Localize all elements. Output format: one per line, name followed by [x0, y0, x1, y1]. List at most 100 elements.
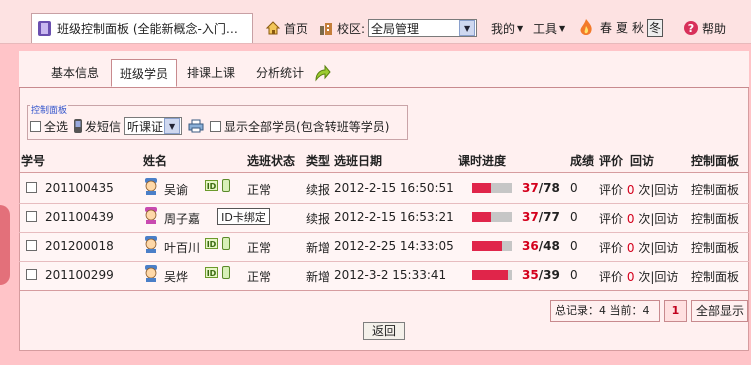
control-panel-link[interactable]: 控制面板 — [691, 268, 739, 285]
caret-down-icon: ▼ — [517, 23, 524, 33]
home-link[interactable]: 首页 — [265, 13, 308, 43]
help-label: 帮助 — [702, 21, 727, 36]
evaluation-followup[interactable]: 评价 0 次|回访 — [599, 239, 678, 256]
back-button[interactable]: 返回 — [363, 322, 405, 340]
col-date: 选班日期 — [334, 154, 383, 168]
date: 2012-2-15 16:53:21 — [334, 210, 454, 224]
col-followup: 回访 — [630, 154, 655, 168]
evaluation-count: 0 — [626, 241, 635, 255]
score: 0 — [570, 210, 578, 224]
season-summer[interactable]: 夏 — [615, 20, 629, 36]
student-id: 201200018 — [45, 239, 114, 253]
select-all-label: 全选 — [44, 119, 69, 134]
tab-analysis[interactable]: 分析统计 — [245, 59, 315, 87]
progress-text: 37/78 — [522, 181, 560, 195]
home-icon — [265, 21, 281, 35]
status: 正常 — [247, 241, 272, 255]
row-checkbox[interactable] — [26, 269, 37, 280]
row-checkbox[interactable] — [26, 240, 37, 251]
select-all-checkbox[interactable] — [30, 120, 41, 132]
sms-label[interactable]: 发短信 — [85, 118, 121, 135]
tab-basic-info[interactable]: 基本信息 — [41, 59, 109, 87]
left-edge-handle[interactable] — [0, 205, 10, 285]
id-card-icon[interactable]: ID — [205, 180, 218, 191]
evaluation-count: 0 — [626, 270, 635, 284]
id-card-icon[interactable]: ID — [205, 238, 218, 249]
type: 新增 — [306, 241, 331, 255]
id-card-icon[interactable]: ID — [205, 267, 218, 278]
control-panel-link[interactable]: 控制面板 — [691, 210, 739, 227]
student-name[interactable]: 叶百川 — [164, 239, 200, 256]
show-all-button[interactable]: 全部显示 — [691, 300, 748, 322]
record-summary: 总记录：4 当前：4 — [550, 300, 660, 322]
help-link[interactable]: ? 帮助 — [683, 13, 726, 43]
season-spring[interactable]: 春 — [599, 20, 613, 36]
status: 正常 — [247, 183, 272, 197]
home-label: 首页 — [284, 21, 309, 36]
evaluation-followup[interactable]: 评价 0 次|回访 — [599, 268, 678, 285]
phone-icon[interactable] — [222, 237, 230, 250]
progress-total: 77 — [543, 210, 560, 224]
col-student-id: 学号 — [21, 154, 46, 168]
campus-select[interactable]: 全局管理 ▼ — [368, 19, 478, 37]
type: 续报 — [306, 212, 331, 226]
type: 新增 — [306, 270, 331, 284]
date: 2012-2-25 14:33:05 — [334, 239, 454, 253]
score: 0 — [570, 181, 578, 195]
sms-type-select[interactable]: 听课证 ▼ — [124, 117, 183, 135]
chevron-down-icon[interactable]: ▼ — [164, 118, 181, 134]
refresh-arrow-icon[interactable] — [313, 63, 331, 83]
phone-icon[interactable] — [222, 266, 230, 279]
progress-text: 35/39 — [522, 268, 560, 282]
col-evaluation: 评价 — [599, 154, 624, 168]
progress-fill — [472, 183, 491, 193]
evaluation-followup[interactable]: 评价 0 次|回访 — [599, 181, 678, 198]
progress-total: 78 — [543, 181, 560, 195]
printer-icon[interactable] — [188, 119, 204, 133]
row-checkbox[interactable] — [26, 182, 37, 193]
table-row: 201100299 吴烨 ID 正常 新增 2012-3-2 15:33:41 … — [19, 260, 749, 289]
student-id: 201100439 — [45, 210, 114, 224]
progress-bar — [472, 241, 512, 251]
tab-scheduling[interactable]: 排课上课 — [179, 59, 243, 87]
progress-total: 39 — [543, 268, 560, 282]
score: 0 — [570, 239, 578, 253]
season-autumn[interactable]: 秋 — [631, 20, 645, 36]
season-winter[interactable]: 冬 — [647, 19, 663, 37]
boy-avatar-icon — [145, 178, 157, 195]
progress-bar — [472, 183, 512, 193]
evaluation-prefix: 评价 — [599, 183, 624, 197]
chevron-down-icon[interactable]: ▼ — [459, 20, 476, 36]
table-row: 201200018 叶百川 ID 正常 新增 2012-2-25 14:33:0… — [19, 231, 749, 260]
type: 续报 — [306, 183, 331, 197]
student-name[interactable]: 周子嘉 — [164, 210, 200, 227]
boy-avatar-icon — [145, 236, 157, 253]
window-tab-label: 班级控制面板 (全能新概念-入门… — [57, 22, 238, 36]
tools-menu-label: 工具 — [533, 21, 558, 36]
student-name[interactable]: 吴谕 — [164, 181, 188, 198]
id-card-bind-tooltip: ID卡绑定 — [217, 208, 270, 225]
progress-total: 48 — [543, 239, 560, 253]
tools-menu[interactable]: 工具 ▼ — [533, 13, 565, 43]
show-all-students-checkbox[interactable] — [210, 120, 222, 132]
table-header: 学号 姓名 选班状态 类型 选班日期 课时进度 成绩 评价 回访 控制面板 — [19, 150, 749, 170]
progress-bar — [472, 212, 512, 222]
page-number-button[interactable]: 1 — [664, 300, 687, 322]
col-status: 选班状态 — [247, 154, 296, 168]
window-tab[interactable]: 班级控制面板 (全能新概念-入门… — [31, 13, 253, 43]
phone-icon[interactable] — [222, 179, 230, 192]
my-menu[interactable]: 我的 ▼ — [491, 13, 523, 43]
row-checkbox[interactable] — [26, 211, 37, 222]
student-name[interactable]: 吴烨 — [164, 268, 188, 285]
control-panel-link[interactable]: 控制面板 — [691, 239, 739, 256]
progress-fill — [472, 270, 508, 280]
caret-down-icon: ▼ — [559, 23, 566, 33]
tab-class-students[interactable]: 班级学员 — [111, 59, 177, 87]
help-icon: ? — [684, 21, 698, 35]
season-flame-icon — [580, 19, 592, 35]
svg-text:?: ? — [688, 22, 694, 35]
evaluation-prefix: 评价 — [599, 241, 624, 255]
evaluation-followup[interactable]: 评价 0 次|回访 — [599, 210, 678, 227]
col-control-panel: 控制面板 — [691, 154, 740, 168]
control-panel-link[interactable]: 控制面板 — [691, 181, 739, 198]
